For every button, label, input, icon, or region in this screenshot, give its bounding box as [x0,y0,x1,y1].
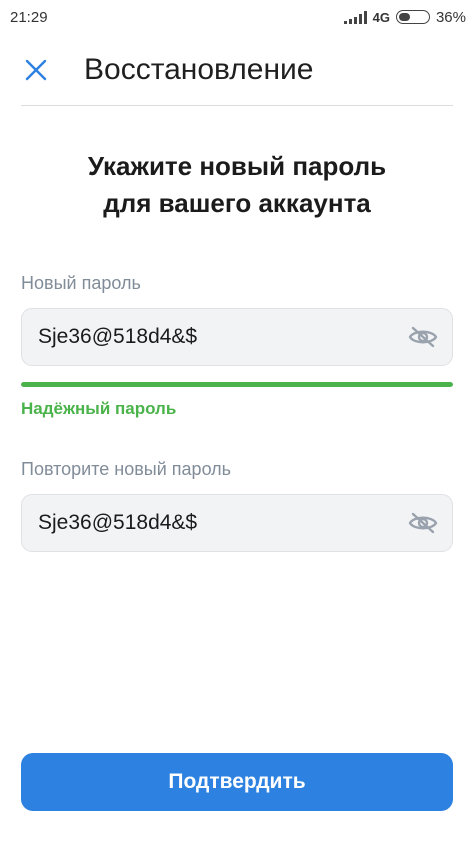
battery-icon [395,10,430,24]
signal-icon [343,10,367,24]
page-title: Восстановление [84,53,314,86]
close-icon [25,59,47,81]
heading-line-1: Укажите новый пароль [87,151,387,181]
password-strength-fill [21,382,453,387]
toggle-visibility-button[interactable] [406,322,440,352]
network-type: 4G [372,9,390,25]
toggle-visibility-button[interactable] [406,508,440,538]
confirm-button[interactable]: Подтвердить [21,753,453,811]
password-recovery-screen: 21:29 4G 36% Восстановление Укажите новы… [0,0,474,843]
close-button[interactable] [16,50,56,90]
status-time: 21:29 [10,8,48,26]
repeat-password-input[interactable] [38,511,378,535]
repeat-password-label: Повторите новый пароль [21,459,232,479]
repeat-password-field[interactable] [21,494,453,552]
password-strength-bar [21,382,453,387]
battery-percent: 36% [435,8,466,26]
new-password-field[interactable] [21,308,453,366]
header: Восстановление [0,34,474,106]
heading-line-2: для вашего аккаунта [103,188,371,218]
header-divider [21,105,453,106]
status-bar: 21:29 4G 36% [0,0,474,34]
password-strength-text: Надёжный пароль [21,399,177,418]
status-icons: 4G 36% [343,8,466,26]
eye-off-icon [408,326,438,348]
new-password-input[interactable] [38,325,378,349]
instruction-heading: Укажите новый пароль для вашего аккаунта [0,148,474,222]
new-password-label: Новый пароль [21,273,141,293]
eye-off-icon [408,512,438,534]
